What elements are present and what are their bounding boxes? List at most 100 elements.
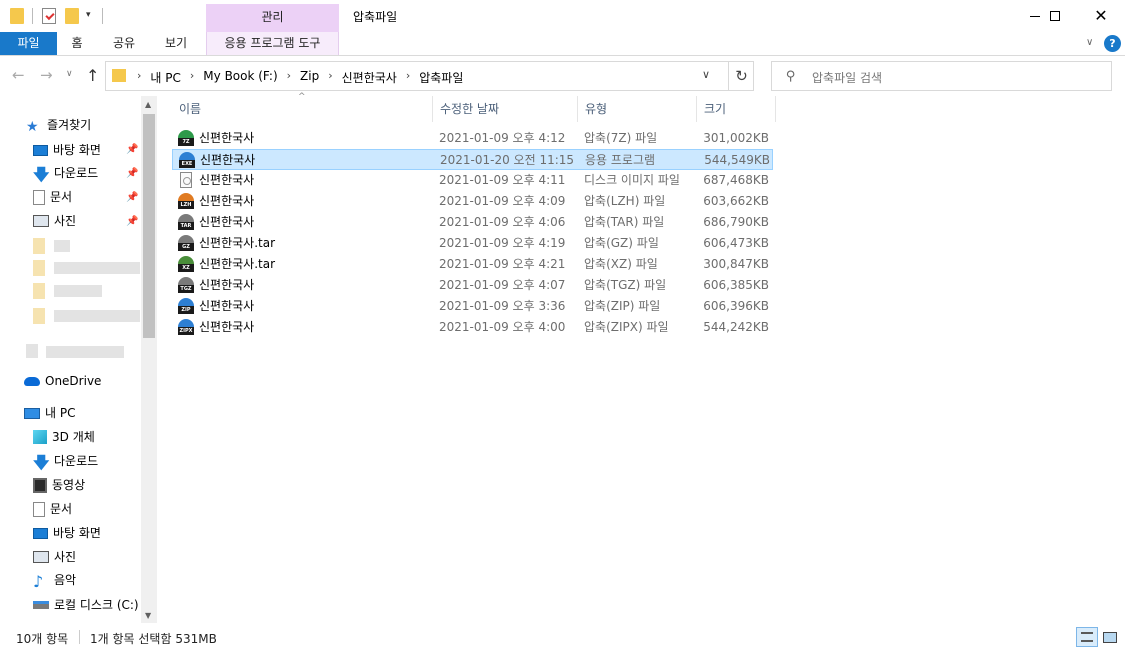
details-view-icon	[1081, 632, 1093, 642]
file-row[interactable]: TAR 신편한국사 2021-01-09 오후 4:06 압축(TAR) 파일 686,…	[172, 212, 773, 233]
breadcrumb-separator[interactable]: ›	[323, 69, 337, 86]
up-icon[interactable]: ↑	[86, 66, 99, 85]
sidebar-item-label: 다운로드	[54, 166, 99, 180]
breadcrumb-separator[interactable]: ›	[185, 69, 199, 86]
archive-file-icon: TAR	[178, 214, 194, 230]
file-row[interactable]: EXE 신편한국사 2021-01-20 오전 11:15 응용 프로그램 544,54…	[172, 149, 773, 170]
file-size: 606,396KB	[703, 299, 769, 313]
search-input[interactable]: ⚲ 압축파일 검색	[771, 61, 1112, 91]
file-row[interactable]: 7Z 신편한국사 2021-01-09 오후 4:12 압축(7Z) 파일 301,00…	[172, 128, 773, 149]
archive-icon-badge: ZIPX	[178, 327, 194, 335]
recent-locations-icon[interactable]: ∨	[66, 69, 73, 79]
breadcrumb-zip[interactable]: Zip	[296, 69, 323, 86]
sidebar-item-label: 다운로드	[54, 454, 99, 468]
sidebar-item-music[interactable]: ♪ 음악	[33, 570, 76, 591]
file-size: 300,847KB	[703, 257, 769, 271]
archive-icon-top	[178, 193, 194, 201]
maximize-button[interactable]	[1032, 0, 1078, 32]
sidebar-item-downloads[interactable]: 🡇 다운로드	[33, 163, 99, 184]
file-row[interactable]: TGZ 신편한국사 2021-01-09 오후 4:07 압축(TGZ) 파일 606,…	[172, 275, 773, 296]
file-row[interactable]: 신편한국사 2021-01-09 오후 4:11 디스크 이미지 파일 687,468…	[172, 170, 773, 191]
breadcrumb-separator[interactable]: ›	[401, 69, 415, 86]
breadcrumb-current[interactable]: 압축파일	[415, 69, 467, 86]
sidebar-item-documents[interactable]: 문서	[33, 187, 72, 207]
pin-icon[interactable]: 📌	[126, 144, 138, 155]
file-row[interactable]: LZH 신편한국사 2021-01-09 오후 4:09 압축(LZH) 파일 603,…	[172, 191, 773, 212]
sidebar-item-documents-pc[interactable]: 문서	[33, 499, 72, 519]
forward-icon[interactable]: →	[40, 66, 53, 84]
refresh-icon[interactable]: ↻	[728, 62, 754, 90]
archive-file-icon: EXE	[179, 152, 195, 168]
folder-icon	[33, 283, 45, 299]
sidebar-item-3d-objects[interactable]: 3D 개체	[33, 427, 95, 447]
new-folder-icon[interactable]	[65, 8, 79, 24]
file-row[interactable]: GZ 신편한국사.tar 2021-01-09 오후 4:19 압축(GZ) 파일 60…	[172, 233, 773, 254]
download-icon: 🡇	[33, 165, 50, 184]
archive-icon-top	[179, 152, 195, 160]
sidebar-item-videos[interactable]: 동영상	[33, 475, 85, 495]
sidebar-item-desktop-pc[interactable]: 바탕 화면	[33, 523, 101, 543]
details-view-button[interactable]	[1076, 627, 1098, 647]
address-bar[interactable]: › 내 PC › My Book (F:) › Zip › 신편한국사 › 압축…	[105, 61, 754, 91]
quick-access-dropdown-icon[interactable]: ▾	[86, 10, 91, 20]
sidebar-item-quick-access[interactable]: ★ 즐겨찾기	[26, 115, 91, 135]
sidebar-item-downloads-pc[interactable]: 🡇 다운로드	[33, 451, 99, 472]
sidebar-item-this-pc[interactable]: 내 PC	[24, 403, 75, 423]
column-header-type[interactable]: 유형	[578, 96, 697, 122]
tab-view[interactable]: 보기	[158, 32, 194, 55]
address-dropdown-icon[interactable]: ∨	[702, 68, 710, 81]
breadcrumb-separator[interactable]: ›	[282, 69, 296, 86]
file-row[interactable]: XZ 신편한국사.tar 2021-01-09 오후 4:21 압축(XZ) 파일 30…	[172, 254, 773, 275]
sidebar-item-pictures[interactable]: 사진	[33, 211, 76, 231]
file-row[interactable]: ZIP 신편한국사 2021-01-09 오후 3:36 압축(ZIP) 파일 606,…	[172, 296, 773, 317]
properties-check-icon[interactable]	[42, 8, 56, 24]
navigation-pane: ★ 즐겨찾기 바탕 화면 📌 🡇 다운로드 📌 문서 📌 사진 📌 OneDri…	[0, 96, 157, 623]
archive-icon-badge: ZIP	[178, 306, 194, 314]
desktop-icon	[33, 144, 48, 156]
file-name: 신편한국사.tar	[199, 236, 276, 250]
file-name: 신편한국사.tar	[199, 257, 276, 271]
pin-icon[interactable]: 📌	[126, 216, 138, 227]
onedrive-cloud-icon	[24, 376, 40, 386]
tab-home[interactable]: 홈	[62, 32, 92, 55]
breadcrumb-this-pc[interactable]: 내 PC	[146, 69, 184, 86]
tab-file[interactable]: 파일	[0, 32, 57, 55]
archive-icon-top	[178, 235, 194, 243]
close-button[interactable]: ✕	[1078, 0, 1124, 32]
breadcrumb-folder[interactable]: 신편한국사	[338, 69, 401, 86]
column-header-size[interactable]: 크기	[697, 96, 776, 122]
tab-share[interactable]: 공유	[106, 32, 142, 55]
sidebar-item-onedrive[interactable]: OneDrive	[24, 371, 101, 391]
file-row[interactable]: ZIPX 신편한국사 2021-01-09 오후 4:00 압축(ZIPX) 파일 54…	[172, 317, 773, 338]
sidebar-item-desktop[interactable]: 바탕 화면	[33, 140, 101, 160]
scroll-down-icon[interactable]: ▼	[145, 611, 151, 620]
sidebar-item-label: 동영상	[52, 478, 86, 492]
pin-icon[interactable]: 📌	[126, 168, 138, 179]
file-date: 2021-01-09 오후 4:19	[439, 236, 566, 250]
redacted-item	[54, 310, 140, 322]
column-header-name[interactable]: 이름	[172, 96, 433, 122]
breadcrumb-drive[interactable]: My Book (F:)	[199, 69, 281, 86]
large-icons-view-button[interactable]	[1099, 627, 1121, 647]
sidebar-item-pictures-pc[interactable]: 사진	[33, 547, 76, 567]
file-size: 686,790KB	[703, 215, 769, 229]
tab-application-tools[interactable]: 응용 프로그램 도구	[206, 32, 339, 55]
archive-file-icon: 7Z	[178, 130, 194, 146]
scroll-up-icon[interactable]: ▲	[145, 100, 151, 109]
column-header-date[interactable]: 수정한 날짜	[433, 96, 578, 122]
help-icon[interactable]: ?	[1104, 35, 1121, 52]
music-icon: ♪	[33, 572, 44, 591]
archive-icon-badge: TAR	[178, 222, 194, 230]
back-icon[interactable]: ←	[12, 66, 25, 84]
archive-icon-top	[178, 319, 194, 327]
pin-icon[interactable]: 📌	[126, 192, 138, 203]
sidebar-scrollbar-thumb[interactable]	[143, 114, 155, 338]
sidebar-item-label: 사진	[54, 550, 77, 564]
divider	[32, 8, 33, 24]
file-date: 2021-01-09 오후 4:06	[439, 215, 566, 229]
sidebar-item-local-disk[interactable]: 로컬 디스크 (C:)	[33, 595, 139, 615]
file-size: 687,468KB	[703, 173, 769, 187]
archive-icon-badge: TGZ	[178, 285, 194, 293]
expand-ribbon-icon[interactable]: ∨	[1086, 37, 1093, 48]
videos-icon	[33, 477, 47, 493]
